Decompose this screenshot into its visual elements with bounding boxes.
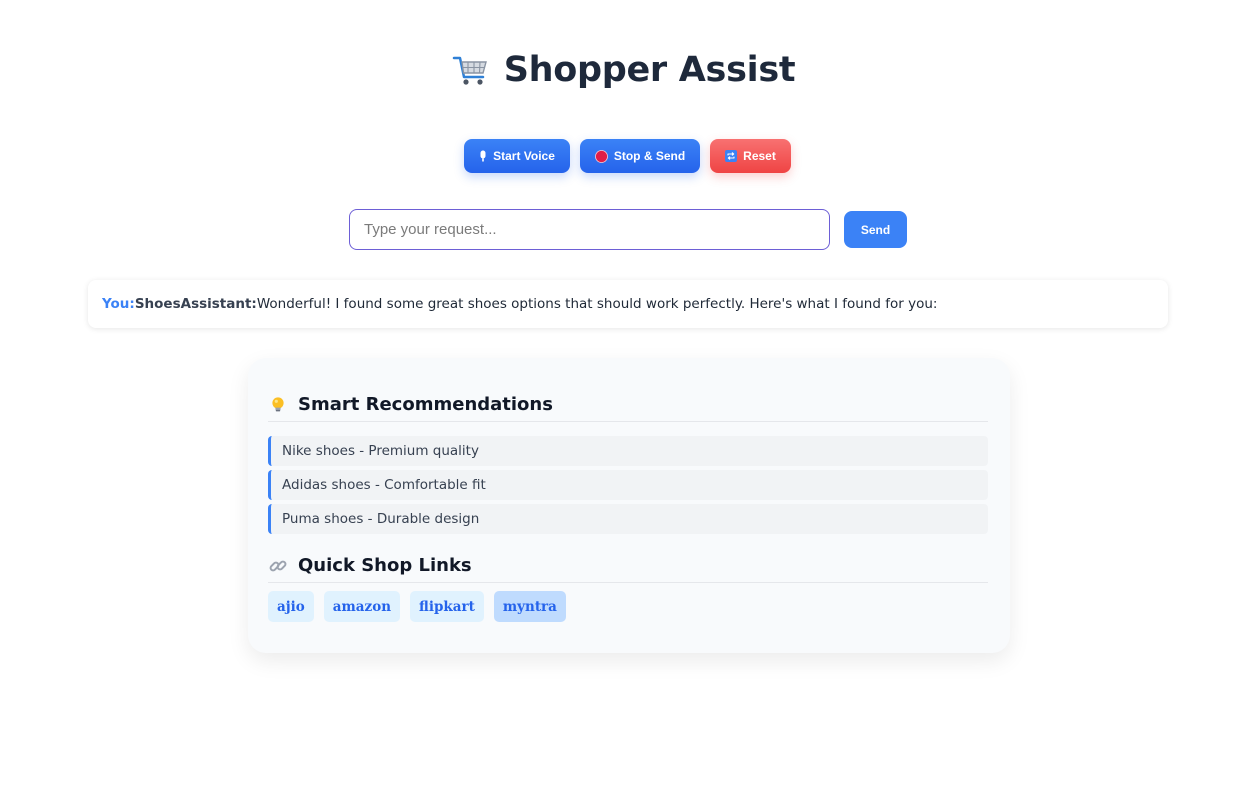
- repeat-icon: [725, 150, 738, 162]
- recommendations-list: Nike shoes - Premium quality Adidas shoe…: [268, 436, 988, 538]
- app-header: Shopper Assist: [0, 50, 1245, 90]
- start-voice-button[interactable]: Start Voice: [464, 139, 570, 173]
- page-title: Shopper Assist: [503, 50, 796, 90]
- quick-links-row: ajio amazon flipkart myntra: [268, 591, 566, 622]
- quick-links-header: Quick Shop Links: [268, 555, 988, 583]
- shop-link-myntra[interactable]: myntra: [493, 591, 566, 622]
- quick-links-title: Quick Shop Links: [298, 555, 472, 576]
- link-icon: [268, 556, 288, 576]
- start-voice-label: Start Voice: [493, 149, 555, 163]
- assistant-label: ShoesAssistant:: [134, 296, 257, 312]
- assistant-message: Wonderful! I found some great shoes opti…: [256, 296, 938, 312]
- reset-label: Reset: [743, 149, 776, 163]
- voice-controls: Start Voice Stop & Send Reset: [0, 139, 1245, 173]
- recommendations-card: Smart Recommendations Nike shoes - Premi…: [248, 358, 1010, 653]
- request-form: Send: [349, 209, 907, 250]
- request-input[interactable]: [349, 209, 830, 250]
- list-item: Nike shoes - Premium quality: [268, 436, 988, 466]
- app-page: Shopper Assist Start Voice Stop & Send R…: [0, 0, 1245, 798]
- stop-and-send-label: Stop & Send: [613, 149, 686, 163]
- send-button[interactable]: Send: [844, 211, 907, 248]
- list-item: Adidas shoes - Comfortable fit: [268, 470, 988, 500]
- list-item: Puma shoes - Durable design: [268, 504, 988, 534]
- shop-link-ajio[interactable]: ajio: [268, 591, 314, 622]
- lightbulb-icon: [268, 395, 288, 415]
- red-record-icon: [594, 149, 608, 163]
- user-label: You:: [102, 296, 135, 312]
- chat-message: You: ShoesAssistant: Wonderful! I found …: [88, 280, 1168, 328]
- shopping-cart-icon: [450, 50, 490, 90]
- stop-and-send-button[interactable]: Stop & Send: [580, 139, 700, 173]
- reset-button[interactable]: Reset: [710, 139, 791, 173]
- recommendations-title: Smart Recommendations: [298, 394, 553, 415]
- shop-link-flipkart[interactable]: flipkart: [410, 591, 484, 622]
- recommendations-header: Smart Recommendations: [268, 394, 988, 422]
- microphone-icon: [479, 150, 487, 162]
- shop-link-amazon[interactable]: amazon: [323, 591, 401, 622]
